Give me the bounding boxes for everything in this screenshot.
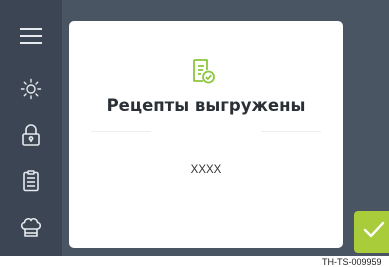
sidebar-recipes-button[interactable]: [10, 163, 52, 199]
sidebar-lock-button[interactable]: [10, 117, 52, 153]
recipe-list-icon: [22, 170, 40, 192]
sidebar-chef-button[interactable]: [10, 209, 52, 245]
recipes-exported-dialog: Рецепты выгружены XXXX: [69, 21, 343, 248]
screen-code-label: TH-TS-009959: [322, 257, 382, 267]
confirm-button[interactable]: [354, 211, 389, 253]
dialog-title: Рецепты выгружены: [106, 96, 306, 115]
recipe-check-icon: [190, 57, 216, 85]
sidebar-menu-button[interactable]: [10, 18, 52, 54]
dialog-message: XXXX: [190, 164, 222, 176]
checkmark-icon: [363, 221, 385, 243]
divider: [91, 131, 151, 132]
lock-icon: [21, 123, 41, 147]
sidebar-brightness-button[interactable]: [10, 71, 52, 107]
screen: Рецепты выгружены XXXX: [0, 0, 389, 256]
chef-hat-icon: [19, 216, 43, 238]
sun-icon: [20, 78, 42, 100]
menu-icon: [19, 26, 43, 46]
divider: [261, 131, 321, 132]
sidebar: [0, 0, 62, 256]
